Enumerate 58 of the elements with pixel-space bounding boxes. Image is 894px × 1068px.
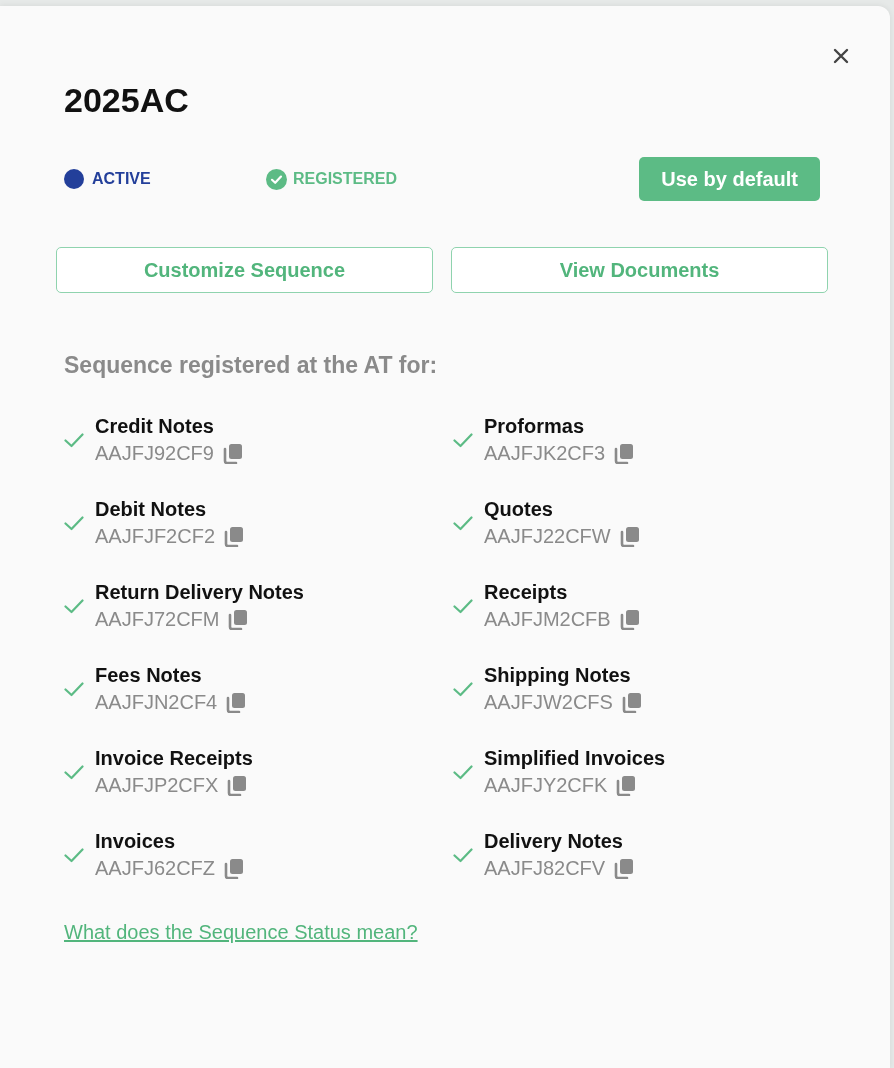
copy-icon	[226, 691, 247, 713]
document-type-name: Invoices	[95, 829, 177, 853]
close-button[interactable]	[831, 46, 851, 66]
document-type-name: Credit Notes	[95, 414, 215, 438]
copy-button[interactable]	[621, 691, 642, 713]
action-button[interactable]: View Documents	[451, 247, 828, 293]
help-link[interactable]: What does the Sequence Status mean?	[64, 920, 418, 944]
document-type-name: Invoice Receipts	[95, 746, 253, 770]
status-label: ACTIVE	[91, 170, 151, 188]
action-button[interactable]: Customize Sequence	[56, 247, 433, 293]
copy-icon	[227, 774, 248, 796]
copy-button[interactable]	[226, 691, 247, 713]
sequence-code: AAJFJM2CFB	[484, 607, 611, 632]
sequence-code: AAJFJK2CF3	[484, 441, 606, 466]
sequence-code: AAJFJP2CFX	[95, 773, 219, 798]
close-icon	[833, 48, 849, 64]
copy-button[interactable]	[224, 525, 245, 547]
copy-button[interactable]	[619, 608, 640, 630]
copy-icon	[616, 774, 637, 796]
copy-icon	[614, 857, 635, 879]
sequence-code: AAJFJ92CF9	[95, 441, 214, 466]
status-label: REGISTERED	[293, 170, 397, 188]
document-type-name: Delivery Notes	[484, 829, 624, 853]
sequence-code: AAJFJF2CF2	[95, 524, 216, 549]
copy-icon	[614, 442, 635, 464]
section-heading: Sequence registered at the AT for:	[64, 351, 439, 379]
document-type-name: Receipts	[484, 580, 569, 604]
copy-button[interactable]	[228, 608, 249, 630]
copy-button[interactable]	[227, 774, 248, 796]
copy-icon	[224, 857, 245, 879]
sequence-code: AAJFJW2CFS	[484, 690, 613, 715]
copy-button[interactable]	[614, 857, 635, 879]
copy-icon	[228, 608, 249, 630]
copy-button[interactable]	[619, 525, 640, 547]
sequence-code: AAJFJ82CFV	[484, 856, 606, 881]
document-type-name: Quotes	[484, 497, 554, 521]
copy-icon	[224, 525, 245, 547]
document-type-name: Simplified Invoices	[484, 746, 666, 770]
sequence-code: AAJFJ22CFW	[484, 524, 611, 549]
document-type-name: Proformas	[484, 414, 586, 438]
document-type-name: Return Delivery Notes	[95, 580, 304, 604]
document-type-name: Fees Notes	[95, 663, 203, 687]
copy-icon	[222, 442, 243, 464]
document-type-name: Debit Notes	[95, 497, 208, 521]
copy-button[interactable]	[614, 442, 635, 464]
sequence-code: AAJFJ72CFM	[95, 607, 220, 632]
dialog-title: 2025AC	[64, 80, 190, 120]
sequence-code: AAJFJY2CFK	[484, 773, 608, 798]
sequence-code: AAJFJN2CF4	[95, 690, 218, 715]
sequence-code: AAJFJ62CFZ	[95, 856, 216, 881]
copy-icon	[619, 608, 640, 630]
copy-button[interactable]	[222, 442, 243, 464]
copy-icon	[621, 691, 642, 713]
copy-icon	[619, 525, 640, 547]
use-by-default-button[interactable]: Use by default	[639, 157, 820, 201]
copy-button[interactable]	[616, 774, 637, 796]
copy-button[interactable]	[224, 857, 245, 879]
document-type-name: Shipping Notes	[484, 663, 632, 687]
